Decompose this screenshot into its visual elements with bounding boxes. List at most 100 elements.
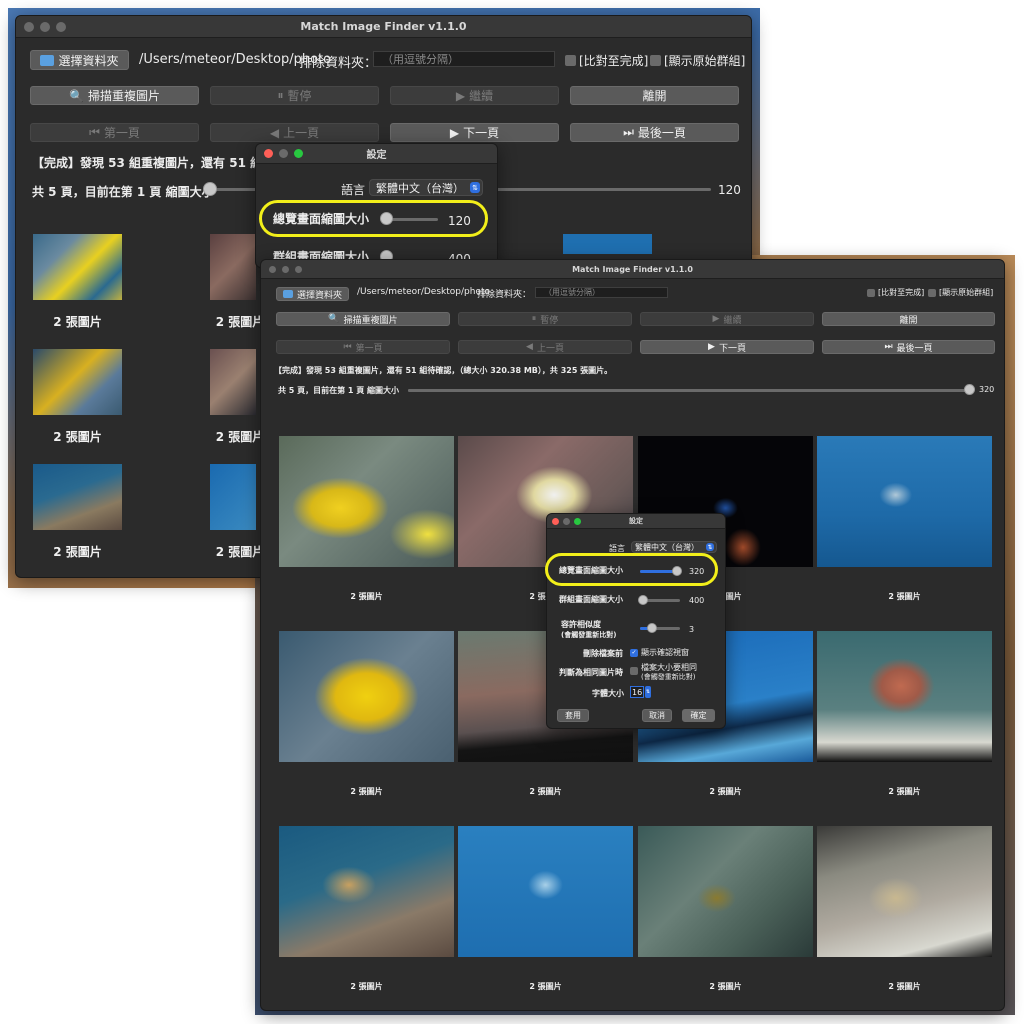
front-first-page-button[interactable]: ⏮ 第一頁 xyxy=(276,340,450,354)
front-similarity-value: 3 xyxy=(689,625,695,634)
stepper-icon[interactable]: ⇅ xyxy=(645,686,651,698)
front-resume-button[interactable]: ▶ 繼續 xyxy=(640,312,814,326)
front-group-knob[interactable] xyxy=(638,595,648,605)
back-thumbnail-2[interactable] xyxy=(210,234,256,300)
minimize-icon[interactable] xyxy=(563,517,570,525)
checkbox-icon xyxy=(928,288,936,297)
back-window-title: Match Image Finder v1.1.0 xyxy=(300,20,467,33)
front-caption-1: 2 張圖片 xyxy=(350,592,383,601)
front-show-original-group-checkbox[interactable]: [顯示原始群組] xyxy=(928,287,993,298)
back-language-select[interactable]: 繁體中文（台灣） ⇅ xyxy=(369,179,483,196)
back-thumbnail-5[interactable] xyxy=(210,349,256,415)
back-choose-folder-button[interactable]: 選擇資料夾 xyxy=(30,50,129,70)
front-prev-page-label: 上一頁 xyxy=(536,343,564,354)
back-thumbnail-3[interactable] xyxy=(563,234,652,254)
front-choose-folder-button[interactable]: 選擇資料夾 xyxy=(276,287,349,301)
front-same-size-checkbox[interactable] xyxy=(630,667,638,675)
zoom-icon[interactable] xyxy=(56,21,66,32)
chevron-updown-icon: ⇅ xyxy=(470,182,480,193)
front-dialog-title: 設定 xyxy=(629,517,643,525)
front-similarity-slider[interactable] xyxy=(640,627,680,630)
back-thumbnail-6[interactable] xyxy=(33,464,122,530)
front-window-controls xyxy=(269,260,302,278)
back-thumb-size-knob[interactable] xyxy=(203,182,217,196)
close-icon[interactable] xyxy=(552,517,559,525)
front-scan-button[interactable]: 🔍 掃描重複圖片 xyxy=(276,312,450,326)
front-last-page-button[interactable]: ⏭ 最後一頁 xyxy=(822,340,995,354)
prev-page-icon: ◀ xyxy=(269,125,280,140)
front-next-page-button[interactable]: ▶ 下一頁 xyxy=(640,340,814,354)
back-exclude-input[interactable]: （用逗號分隔） xyxy=(373,51,555,67)
close-icon[interactable] xyxy=(269,265,276,273)
checkbox-icon xyxy=(565,55,576,66)
front-apply-button[interactable]: 套用 xyxy=(557,709,589,722)
folder-icon xyxy=(282,290,293,298)
front-group-label: 群組畫面縮圖大小 xyxy=(559,595,623,604)
front-font-size-field[interactable]: 16 xyxy=(630,686,644,698)
front-similarity-knob[interactable] xyxy=(647,623,657,633)
back-next-page-button[interactable]: ▶ 下一頁 xyxy=(390,123,559,142)
front-dialog-title-bar: 設定 xyxy=(547,514,725,529)
front-thumbnail-5[interactable] xyxy=(279,631,454,762)
front-thumbnail-4[interactable] xyxy=(817,436,992,567)
back-thumbnail-1[interactable] xyxy=(33,234,122,300)
front-thumbnail-9[interactable] xyxy=(279,826,454,957)
front-thumb-size-value: 320 xyxy=(979,385,995,394)
back-compare-to-end-checkbox[interactable]: [比對至完成] xyxy=(565,52,648,69)
back-pause-label: 暫停 xyxy=(287,89,312,103)
zoom-icon[interactable] xyxy=(295,265,302,273)
front-leave-button[interactable]: 離開 xyxy=(822,312,995,326)
front-leave-label: 離開 xyxy=(899,315,918,326)
front-pause-button[interactable]: ⏸ 暫停 xyxy=(458,312,632,326)
front-thumb-size-slider[interactable] xyxy=(408,389,972,392)
back-language-label: 語言 xyxy=(341,183,366,197)
front-delete-confirm-label: 顯示確認視窗 xyxy=(641,648,689,657)
front-compare-to-end-checkbox[interactable]: [比對至完成] xyxy=(867,287,924,298)
last-page-icon: ⏭ xyxy=(623,125,634,139)
back-resume-button[interactable]: ▶ 繼續 xyxy=(390,86,559,105)
back-first-page-button[interactable]: ⏮ 第一頁 xyxy=(30,123,199,142)
front-delete-confirm-checkbox[interactable]: ✓ 顯示確認視窗 xyxy=(630,647,689,658)
back-pause-button[interactable]: ⏸ 暫停 xyxy=(210,86,379,105)
front-page-info: 共 5 頁，目前在第 1 頁 縮圖大小 xyxy=(278,386,400,395)
front-thumbnail-1[interactable] xyxy=(279,436,454,567)
front-thumbnail-10[interactable] xyxy=(458,826,633,957)
front-first-page-label: 第一頁 xyxy=(355,343,383,354)
zoom-icon[interactable] xyxy=(294,149,303,158)
front-ok-button[interactable]: 確定 xyxy=(682,709,715,722)
front-thumb-size-knob[interactable] xyxy=(964,384,975,395)
front-exclude-input[interactable]: （用逗號分隔） xyxy=(535,287,668,298)
front-choose-folder-label: 選擇資料夾 xyxy=(296,290,342,301)
front-same-size-note: (會觸發重新比對) xyxy=(641,673,696,681)
back-prev-page-button[interactable]: ◀ 上一頁 xyxy=(210,123,379,142)
back-thumbnail-7[interactable] xyxy=(210,464,256,530)
close-icon[interactable] xyxy=(24,21,34,32)
back-last-page-button[interactable]: ⏭ 最後一頁 xyxy=(570,123,739,142)
back-dialog-title-bar: 設定 xyxy=(256,144,497,164)
minimize-icon[interactable] xyxy=(40,21,50,32)
minimize-icon[interactable] xyxy=(282,265,289,273)
front-thumbnail-8[interactable] xyxy=(817,631,992,762)
back-caption-1: 2 張圖片 xyxy=(53,315,102,329)
zoom-icon[interactable] xyxy=(574,517,581,525)
front-caption-6: 2 張圖片 xyxy=(529,787,562,796)
back-leave-button[interactable]: 離開 xyxy=(570,86,739,105)
front-same-label: 判斷為相同圖片時 xyxy=(559,668,623,677)
back-show-original-group-checkbox[interactable]: [顯示原始群組] xyxy=(650,52,745,69)
front-thumbnail-11[interactable] xyxy=(638,826,813,957)
back-page-info: 共 5 頁，目前在第 1 頁 縮圖大小 xyxy=(32,185,214,199)
front-prev-page-button[interactable]: ◀ 上一頁 xyxy=(458,340,632,354)
chevron-updown-icon: ⇅ xyxy=(706,543,714,551)
front-cancel-button[interactable]: 取消 xyxy=(642,709,672,722)
front-language-select[interactable]: 繁體中文（台灣） ⇅ xyxy=(631,541,717,553)
back-scan-button[interactable]: 🔍 掃描重複圖片 xyxy=(30,86,199,105)
close-icon[interactable] xyxy=(264,149,273,158)
front-font-size-label: 字體大小 xyxy=(592,689,624,698)
front-window-title: Match Image Finder v1.1.0 xyxy=(572,264,693,274)
back-thumb-size-value: 120 xyxy=(718,183,741,197)
front-thumbnail-12[interactable] xyxy=(817,826,992,957)
checkmark-icon: ✓ xyxy=(630,648,638,657)
front-pause-label: 暫停 xyxy=(540,315,559,326)
minimize-icon[interactable] xyxy=(279,149,288,158)
back-thumbnail-4[interactable] xyxy=(33,349,122,415)
